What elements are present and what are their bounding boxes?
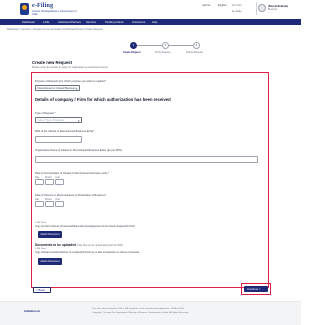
chevron-down-icon: ▾ <box>75 86 78 91</box>
documents-note: (Only files can be upload along with the… <box>76 245 123 247</box>
incorporation-year-input[interactable] <box>55 179 64 185</box>
incorporation-day-input[interactable] <box>35 179 44 185</box>
type-select-placeholder: Select Type of Request <box>37 119 65 122</box>
doc-1-size: 5 MB (Max) <box>35 222 47 224</box>
nav-item-services[interactable]: Services <box>86 21 96 24</box>
section-title: Details of company / Firm for which auth… <box>35 97 171 102</box>
header-divider <box>256 2 257 15</box>
footer-line-1: This site is best viewed in 1024 x 768 r… <box>92 308 184 310</box>
site-subtitle: Income Tax Department, Government of Ind… <box>32 10 77 16</box>
user-name[interactable]: (Non-Individual) <box>268 5 288 8</box>
attach-document-2-button[interactable]: Attach Document <box>38 258 62 265</box>
nav-item-efile[interactable]: e-File <box>43 21 50 24</box>
purpose-select[interactable]: Discontinued or Closed Business ▾ <box>35 85 80 91</box>
org-name-label: Organization Name of Closed or Discontin… <box>35 149 122 152</box>
org-name-input[interactable] <box>35 156 258 163</box>
site-title[interactable]: e-Filing <box>32 3 53 9</box>
attach-document-1-button[interactable]: Attach Document <box>38 231 62 238</box>
nav-item-help[interactable]: Help <box>152 21 157 24</box>
step-2-indicator: 2 <box>162 42 169 49</box>
back-button[interactable]: < Back <box>33 287 51 293</box>
continue-button[interactable]: Continue > <box>244 286 268 292</box>
doc-2-label: Copy of Board resolution/Partner of comp… <box>35 252 140 254</box>
type-label: Type of Request * <box>35 112 56 115</box>
incorporation-date-label: Date of Incorporation of Closed or Disco… <box>35 172 110 175</box>
step-1-indicator: 1 <box>130 42 137 49</box>
purpose-select-value: Discontinued or Closed Business <box>37 87 76 90</box>
step-connector <box>169 45 193 46</box>
chevron-down-icon: ▾ <box>77 118 80 123</box>
documents-title-text: Documents to be uploaded <box>35 243 76 247</box>
step-3-indicator: 3 <box>193 42 200 49</box>
emblem-logo-icon <box>20 3 29 15</box>
nav-item-dashboard[interactable]: Dashboard <box>22 21 35 24</box>
pan-label: PAN of the Closed or Discontinued Busine… <box>35 130 95 133</box>
page-title: Create new Request <box>32 60 73 65</box>
nav-item-pending-actions[interactable]: Pending Actions <box>105 21 124 24</box>
user-role: Business <box>268 9 278 11</box>
nav-item-grievances[interactable]: Grievances <box>132 21 145 24</box>
page-note: Please enter the details to apply for re… <box>32 66 109 69</box>
breadcrumb[interactable]: Dashboard > Services > Register to Use a… <box>7 28 103 31</box>
closure-year-input[interactable] <box>55 201 64 207</box>
closure-month-input[interactable] <box>45 201 54 207</box>
doc-1-label: Copy of proof of closure of business/Par… <box>35 226 135 228</box>
user-avatar[interactable] <box>258 4 266 12</box>
request-form <box>31 72 269 288</box>
step-1-label: Create Request <box>123 50 141 54</box>
main-nav: Dashboard e-File Authorised Partners Ser… <box>0 19 301 25</box>
font-size-controls[interactable]: A- A A+ <box>232 9 242 13</box>
pan-input[interactable] <box>35 136 82 143</box>
doc-2-size: 5 MB (Max) <box>35 248 47 250</box>
language-select[interactable]: English <box>218 4 227 9</box>
nav-item-authorised-partners[interactable]: Authorised Partners <box>58 21 81 24</box>
type-select[interactable]: Select Type of Request ▾ <box>35 117 82 123</box>
documents-title: Documents to be uploaded (Only files can… <box>35 243 123 247</box>
incorporation-month-input[interactable] <box>45 179 54 185</box>
step-3-label: Submit Request <box>186 50 204 54</box>
font-size-label: Font Size <box>232 5 242 7</box>
closure-day-input[interactable] <box>35 201 44 207</box>
purpose-label: Purpose of Request (For which purpose yo… <box>35 80 107 83</box>
call-us-link[interactable]: Call Us <box>202 4 210 9</box>
footer-line-2: Copyright © Income Tax Department, Minis… <box>92 312 189 314</box>
step-2-label: Verify Request <box>155 50 171 54</box>
india-gov-logo[interactable]: IndiaGov.in <box>24 309 40 313</box>
closure-date-label: Date of Closure or Discontinuance or Dis… <box>35 194 107 197</box>
step-connector <box>137 45 162 46</box>
